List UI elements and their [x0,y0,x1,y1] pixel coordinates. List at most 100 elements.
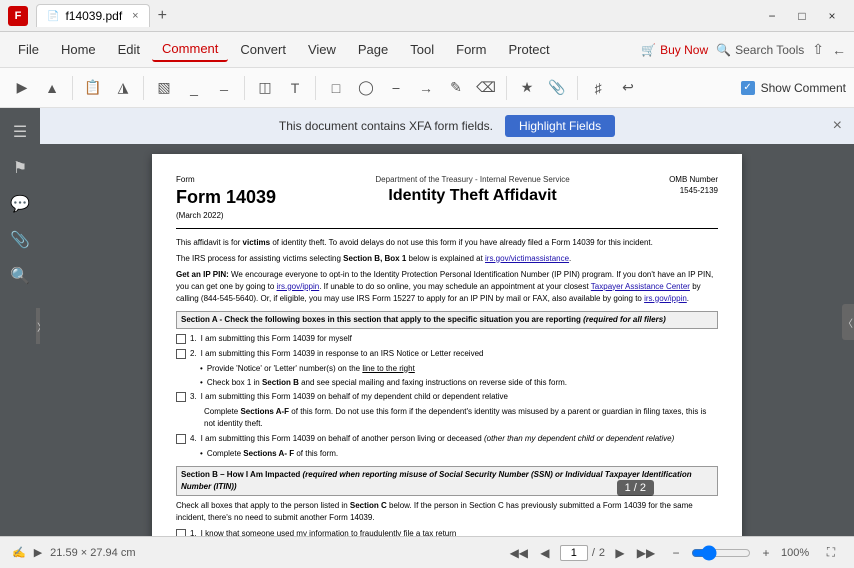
pdf-scroll-area[interactable]: Form Form 14039 (March 2022) Department … [40,144,854,536]
sidebar-bookmarks-button[interactable]: ⚑ [4,152,36,184]
content-area: This document contains XFA form fields. … [40,108,854,536]
text-box-button[interactable]: ◫ [251,74,279,102]
left-panel: ☰ ⚑ 💬 📎 🔍 [0,108,40,536]
item-a4-num: 4. [190,433,197,445]
line-button[interactable]: ⎯ [382,74,410,102]
sticky-note-button[interactable]: 📋 [79,74,107,102]
checkbox-a3[interactable] [176,392,186,402]
show-comment-toggle[interactable]: ✓ Show Comment [741,81,846,95]
tap-link[interactable]: Taxpayer Assistance Center [591,282,690,291]
form-number-block: Form Form 14039 (March 2022) [176,174,276,222]
zoom-in-button[interactable]: + [755,542,777,564]
active-tab[interactable]: 📄 f14039.pdf × [36,4,150,27]
form-number: Form 14039 [176,185,276,210]
menu-form[interactable]: Form [446,38,496,61]
page-badge: 1 / 2 [617,480,654,496]
ip-pin-text: Get an IP PIN: We encourage everyone to … [176,269,718,305]
victim-assistance-link[interactable]: irs.gov/victimassistance [485,254,569,263]
buy-now-button[interactable]: 🛒 Buy Now [641,43,708,57]
bullet-a2-2: • Check box 1 in Section B and see speci… [200,377,718,389]
page-input[interactable] [560,545,588,561]
item-a3-num: 3. [190,391,197,403]
sidebar-pages-button[interactable]: ☰ [4,116,36,148]
back-icon[interactable]: ← [832,42,846,58]
stamp-button[interactable]: ★ [513,74,541,102]
strikeout-button[interactable]: ̶ [210,74,238,102]
select-tool-button[interactable]: ▲ [38,74,66,102]
first-page-button[interactable]: ◀◀ [508,542,530,564]
sidebar-attachments-button[interactable]: 📎 [4,224,36,256]
buy-now-label: Buy Now [660,43,708,57]
titlebar: F 📄 f14039.pdf × + − □ × [0,0,854,32]
menu-protect[interactable]: Protect [498,38,559,61]
fit-page-button[interactable]: ⛶ [820,542,842,564]
toolbar-separator-6 [577,76,578,100]
zoom-slider[interactable] [691,545,751,561]
minimize-button[interactable]: − [758,6,786,26]
section-a-item-4: 4. I am submitting this Form 14039 on be… [176,433,718,445]
tab-filename: f14039.pdf [65,9,122,23]
form-main-title: Identity Theft Affidavit [375,185,569,207]
textfield-button[interactable]: T [281,74,309,102]
new-tab-button[interactable]: + [150,3,175,29]
omb-label: OMB Number [669,174,718,185]
intro-line-2: The IRS process for assisting victims se… [176,253,718,265]
item-a2-num: 2. [190,348,197,360]
maximize-button[interactable]: □ [788,6,816,26]
circle-button[interactable]: ◯ [352,74,380,102]
menu-file[interactable]: File [8,38,49,61]
xfa-close-button[interactable]: × [833,117,842,135]
statusbar: ✍ ▶ 21.59 × 27.94 cm ◀◀ ◀ / 2 ▶ ▶▶ − + 1… [0,536,854,568]
menu-comment[interactable]: Comment [152,37,228,62]
app-logo: F [8,6,28,26]
ippin-link-1[interactable]: irs.gov/ippin [277,282,320,291]
omb-block: OMB Number 1545-2139 [669,174,718,196]
select-tool-status-icon[interactable]: ▶ [34,546,42,559]
menu-search-tools[interactable]: 🔍 Search Tools [716,43,804,57]
attach-button[interactable]: 📎 [543,74,571,102]
sidebar-search-button[interactable]: 🔍 [4,260,36,292]
close-button[interactable]: × [818,6,846,26]
zoom-out-button[interactable]: − [665,542,687,564]
next-page-button[interactable]: ▶ [609,542,631,564]
highlight-button[interactable]: ▧ [150,74,178,102]
item-b1-num: 1. [190,528,197,536]
menu-home[interactable]: Home [51,38,106,61]
highlight-fields-button[interactable]: Highlight Fields [505,115,615,137]
callout-button[interactable]: ◮ [109,74,137,102]
checkbox-a1[interactable] [176,334,186,344]
cursor-tool-button[interactable]: ▶ [8,74,36,102]
item-a3-sub: Complete Sections A-F of this form. Do n… [204,406,718,430]
pen-button[interactable]: ✎ [442,74,470,102]
measure-button[interactable]: ♯ [584,74,612,102]
show-comment-checkbox[interactable]: ✓ [741,81,755,95]
area-button[interactable]: ↩ [614,74,642,102]
toolbar-separator-5 [506,76,507,100]
ippin-link-2[interactable]: irs.gov/ippin [644,294,687,303]
item-a2-text: I am submitting this Form 14039 in respo… [201,348,484,360]
checkbox-b1[interactable] [176,529,186,536]
item-a4-text: I am submitting this Form 14039 on behal… [201,433,675,445]
underline-button[interactable]: ̲ [180,74,208,102]
right-panel-collapse-button[interactable]: 〈 [842,304,854,340]
menu-view[interactable]: View [298,38,346,61]
menu-tool[interactable]: Tool [400,38,444,61]
checkbox-a4[interactable] [176,434,186,444]
section-a-item-3: 3. I am submitting this Form 14039 on be… [176,391,718,403]
page-separator: / [592,547,595,559]
prev-page-button[interactable]: ◀ [534,542,556,564]
menu-convert[interactable]: Convert [230,38,296,61]
rectangle-button[interactable]: □ [322,74,350,102]
tab-close-button[interactable]: × [132,10,138,22]
last-page-button[interactable]: ▶▶ [635,542,657,564]
page-total: 2 [599,547,605,559]
menu-page[interactable]: Page [348,38,398,61]
eraser-button[interactable]: ⌫ [472,74,500,102]
arrow-button[interactable]: → [412,74,440,102]
checkbox-a2[interactable] [176,349,186,359]
menu-edit[interactable]: Edit [108,38,150,61]
hand-tool-icon[interactable]: ✍ [12,546,26,559]
share-icon[interactable]: ⇧ [812,41,824,58]
sidebar-comments-button[interactable]: 💬 [4,188,36,220]
toolbar-separator-1 [72,76,73,100]
